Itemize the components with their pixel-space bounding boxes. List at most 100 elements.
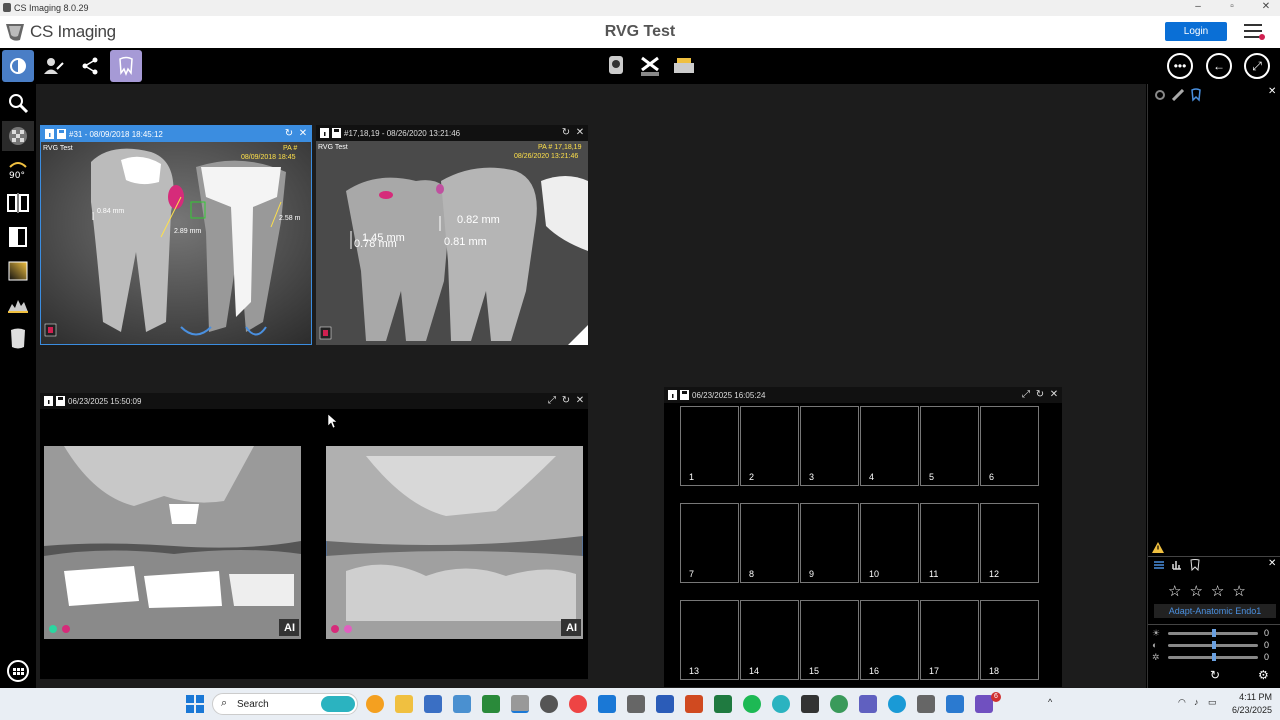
- tray-chevron-icon[interactable]: ^: [1048, 697, 1052, 707]
- template-slot[interactable]: 4: [860, 406, 919, 486]
- xray-frame-1[interactable]: #31 - 08/09/2018 18:45:12 ↻ ✕ RVG Test P…: [40, 125, 312, 345]
- taskbar-app-icon[interactable]: [424, 695, 442, 713]
- scanner-button[interactable]: [668, 50, 700, 82]
- apps-tool[interactable]: [2, 656, 34, 686]
- template-frame[interactable]: 06/23/2025 16:05:24 ⤢ ↻ ✕ 1 2 3 4 5 6 7 8 9 10 11 1…: [664, 387, 1062, 687]
- taskbar-search[interactable]: ⌕ Search: [212, 693, 358, 715]
- frame-1-close-icon[interactable]: ✕: [297, 128, 309, 140]
- brightness-slider[interactable]: [1168, 629, 1258, 637]
- taskbar-app-icon[interactable]: [917, 695, 935, 713]
- template-slot[interactable]: 11: [920, 503, 979, 583]
- taskbar-app-icon[interactable]: [830, 695, 848, 713]
- gear-icon[interactable]: ⚙: [1258, 668, 1269, 682]
- template-slot[interactable]: 14: [740, 600, 799, 680]
- histogram-tool[interactable]: [2, 290, 34, 320]
- frame-1-reset-icon[interactable]: ↻: [283, 128, 295, 140]
- bitewing-frame[interactable]: 06/23/2025 15:50:09 ⤢ ↻ ✕ AI AI: [40, 393, 588, 679]
- template-slot[interactable]: 2: [740, 406, 799, 486]
- cs-imaging-taskbar-icon[interactable]: [511, 695, 529, 713]
- histogram-small-icon[interactable]: [1172, 560, 1182, 570]
- rotate-tool[interactable]: 90°: [2, 154, 34, 184]
- taskbar-app-icon[interactable]: [366, 695, 384, 713]
- xray-frame-2[interactable]: #17,18,19 - 08/26/2020 13:21:46 ↻ ✕ RVG …: [316, 125, 588, 345]
- reset-icon[interactable]: ↻: [1210, 668, 1220, 682]
- contrast-slider[interactable]: [1168, 641, 1258, 649]
- panel-close-icon[interactable]: ✕: [1268, 86, 1276, 97]
- template-slot[interactable]: 8: [740, 503, 799, 583]
- chrome-icon[interactable]: [569, 695, 587, 713]
- windows-start-icon[interactable]: [186, 695, 204, 713]
- frame-3-close-icon[interactable]: ✕: [574, 395, 586, 407]
- filter-panel-close-icon[interactable]: ✕: [1268, 558, 1276, 569]
- template-slot[interactable]: 5: [920, 406, 979, 486]
- clock[interactable]: 4:11 PM 6/23/2025: [1222, 692, 1272, 715]
- tooth-ai-icon[interactable]: [1190, 88, 1202, 102]
- template-slot[interactable]: 17: [920, 600, 979, 680]
- template-slot[interactable]: 15: [800, 600, 859, 680]
- template-slot[interactable]: 16: [860, 600, 919, 680]
- maximize-icon[interactable]: ▫: [1220, 1, 1244, 15]
- frame-4-close-icon[interactable]: ✕: [1048, 389, 1060, 401]
- template-slot[interactable]: 18: [980, 600, 1039, 680]
- template-slot[interactable]: 12: [980, 503, 1039, 583]
- taskbar-app-icon[interactable]: [540, 695, 558, 713]
- template-slot[interactable]: 13: [680, 600, 739, 680]
- battery-icon[interactable]: ▭: [1208, 697, 1217, 708]
- back-button[interactable]: ←: [1206, 53, 1232, 79]
- wifi-icon[interactable]: ◠: [1178, 697, 1186, 708]
- file-explorer-icon[interactable]: [395, 695, 413, 713]
- excel-icon[interactable]: [714, 695, 732, 713]
- template-slot[interactable]: 1: [680, 406, 739, 486]
- template-slot[interactable]: 3: [800, 406, 859, 486]
- save-icon[interactable]: [680, 390, 689, 400]
- ruler-icon[interactable]: [1172, 89, 1184, 101]
- save-icon[interactable]: [332, 128, 341, 138]
- taskbar-app-icon[interactable]: [801, 695, 819, 713]
- frame-3-expand-icon[interactable]: ⤢: [546, 395, 558, 407]
- taskbar-app-icon[interactable]: [772, 695, 790, 713]
- tooth-tool[interactable]: [2, 324, 34, 354]
- tooth-search-icon[interactable]: [1154, 89, 1166, 101]
- share-button[interactable]: [74, 50, 106, 82]
- taskbar-app-icon[interactable]: [946, 695, 964, 713]
- settings-list-icon[interactable]: [1154, 560, 1164, 570]
- template-slot[interactable]: 9: [800, 503, 859, 583]
- template-slot[interactable]: 10: [860, 503, 919, 583]
- save-icon[interactable]: [56, 396, 65, 406]
- tooth-small-icon[interactable]: [1190, 559, 1200, 571]
- volume-icon[interactable]: ♪: [1194, 697, 1199, 707]
- zoom-tool[interactable]: [2, 88, 34, 118]
- fullscreen-button[interactable]: ⤢: [1244, 53, 1270, 79]
- outlook-icon[interactable]: [598, 695, 616, 713]
- preset-name[interactable]: Adapt-Anatomic Endo1: [1154, 604, 1276, 618]
- word-icon[interactable]: [656, 695, 674, 713]
- filter-tool[interactable]: [2, 121, 34, 151]
- powerpoint-icon[interactable]: [685, 695, 703, 713]
- bitewing-image-left[interactable]: [44, 446, 301, 639]
- more-options-button[interactable]: •••: [1167, 53, 1193, 79]
- gradient-tool[interactable]: [2, 256, 34, 286]
- spotify-icon[interactable]: [743, 695, 761, 713]
- login-button[interactable]: Login: [1165, 22, 1227, 41]
- twain-button[interactable]: [634, 50, 666, 82]
- frame-4-reset-icon[interactable]: ↻: [1034, 389, 1046, 401]
- adjust-image-button[interactable]: [2, 50, 34, 82]
- calculator-icon[interactable]: [627, 695, 645, 713]
- frame-2-reset-icon[interactable]: ↻: [560, 127, 572, 139]
- frame-3-reset-icon[interactable]: ↻: [560, 395, 572, 407]
- ai-badge[interactable]: AI: [284, 622, 295, 634]
- favorite-stars[interactable]: ☆☆☆☆: [1168, 582, 1254, 600]
- close-icon[interactable]: ✕: [1254, 1, 1278, 15]
- sensor-button[interactable]: [600, 50, 632, 82]
- frame-4-expand-icon[interactable]: ⤢: [1020, 389, 1032, 401]
- menu-icon[interactable]: [1244, 24, 1265, 40]
- ai-tooth-button[interactable]: [110, 50, 142, 82]
- minimize-icon[interactable]: –: [1186, 1, 1210, 15]
- template-slot[interactable]: 6: [980, 406, 1039, 486]
- sharpness-slider[interactable]: [1168, 653, 1258, 661]
- save-icon[interactable]: [57, 129, 66, 139]
- ai-badge[interactable]: AI: [566, 622, 577, 634]
- bitewing-image-right[interactable]: [326, 446, 583, 639]
- teams-icon[interactable]: [859, 695, 877, 713]
- annotate-button[interactable]: [38, 50, 70, 82]
